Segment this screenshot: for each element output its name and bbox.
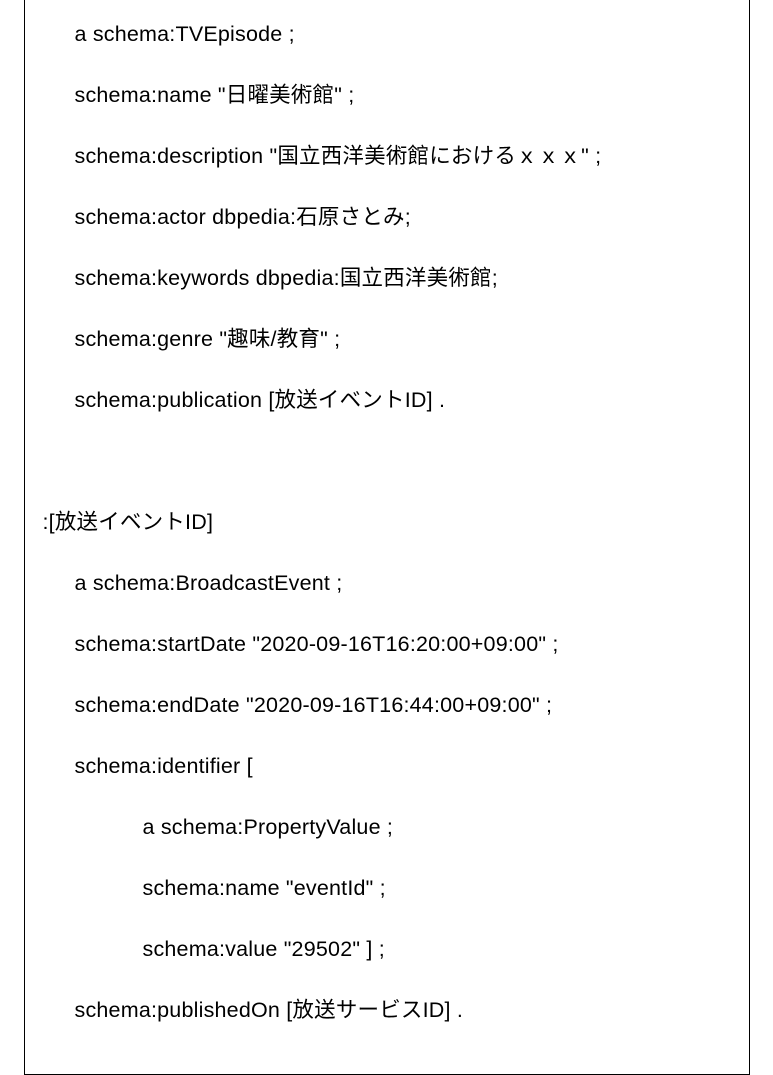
schema-name-line: schema:name "日曜美術館" ; — [43, 80, 731, 111]
tvepisode-type: a schema:TVEpisode ; — [43, 19, 731, 50]
propertyvalue-type: a schema:PropertyValue ; — [43, 812, 731, 843]
schema-keywords-line: schema:keywords dbpedia:国立西洋美術館; — [43, 263, 731, 294]
schema-genre-line: schema:genre "趣味/教育" ; — [43, 324, 731, 355]
broadcastevent-type: a schema:BroadcastEvent ; — [43, 568, 731, 599]
identifier-value-line: schema:value "29502" ] ; — [43, 934, 731, 965]
schema-enddate-line: schema:endDate "2020-09-16T16:44:00+09:0… — [43, 690, 731, 721]
schema-startdate-line: schema:startDate "2020-09-16T16:20:00+09… — [43, 629, 731, 660]
blank-line — [43, 446, 731, 477]
schema-publishedon-line: schema:publishedOn [放送サービスID] . — [43, 995, 731, 1026]
schema-publication-line: schema:publication [放送イベントID] . — [43, 385, 731, 416]
schema-description-line: schema:description "国立西洋美術館におけるｘｘｘ" ; — [43, 141, 731, 172]
schema-identifier-line: schema:identifier [ — [43, 751, 731, 782]
schema-actor-line: schema:actor dbpedia:石原さとみ; — [43, 202, 731, 233]
rdf-turtle-code-block: @prefix : <#>. @prefix schema: <http://s… — [24, 0, 750, 1075]
identifier-name-line: schema:name "eventId" ; — [43, 873, 731, 904]
broadcast-event-subject: :[放送イベントID] — [43, 507, 731, 538]
